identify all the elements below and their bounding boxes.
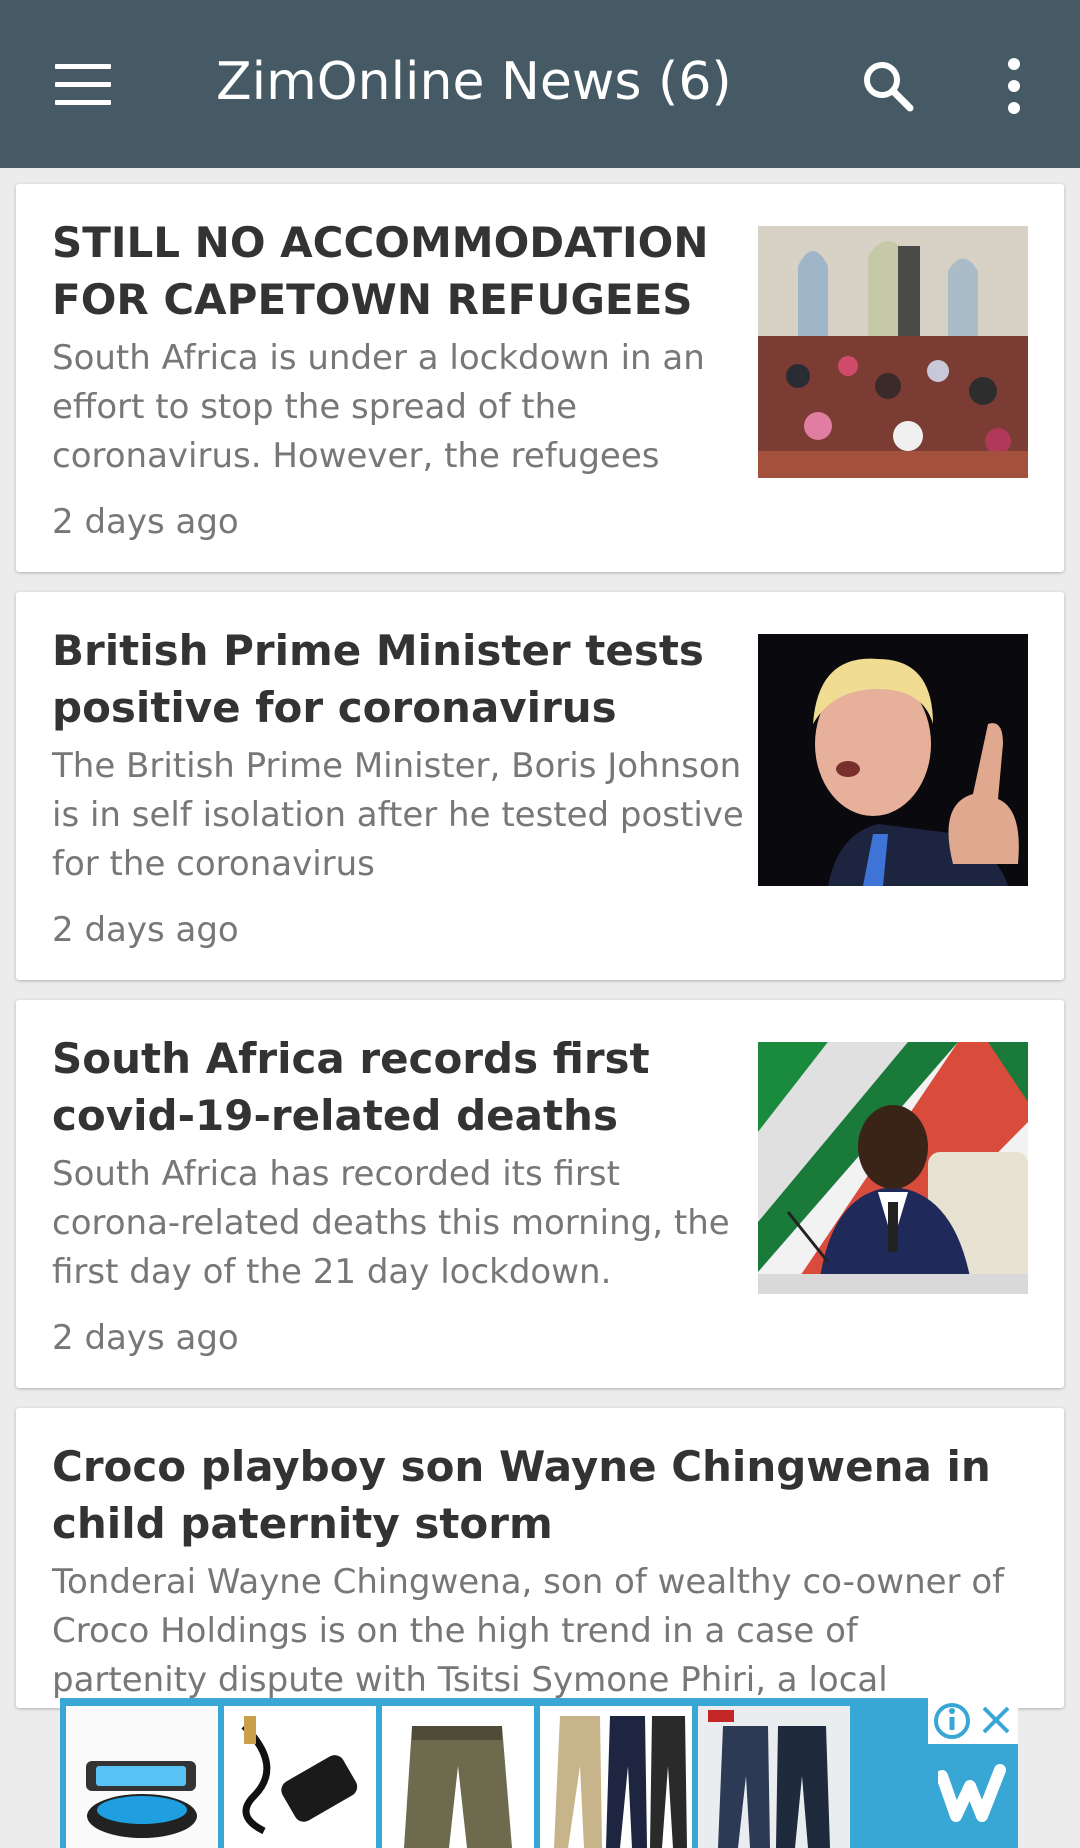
ad-product-thumbnail[interactable] [66, 1706, 218, 1848]
search-icon[interactable] [860, 58, 916, 114]
article-time: 2 days ago [52, 910, 239, 950]
article-time: 2 days ago [52, 1318, 239, 1358]
article-card[interactable]: South Africa records first covid-19-rela… [16, 1000, 1064, 1388]
app-title: ZimOnline News (6) [216, 52, 732, 112]
article-thumbnail [758, 634, 1028, 886]
app-bar: ZimOnline News (6) [0, 0, 1080, 168]
article-title: Croco playboy son Wayne Chingwena in chi… [52, 1442, 991, 1548]
article-title: South Africa records first covid-19-rela… [52, 1034, 650, 1140]
article-card[interactable]: British Prime Minister tests positive fo… [16, 592, 1064, 980]
ad-product-thumbnail[interactable] [698, 1706, 850, 1848]
ad-product-thumbnail[interactable] [540, 1706, 692, 1848]
more-vert-icon[interactable] [1000, 58, 1028, 114]
article-excerpt: South Africa has recorded its first coro… [52, 1154, 730, 1292]
wish-logo-icon[interactable] [938, 1758, 1008, 1828]
article-title: STILL NO ACCOMMODATION FOR CAPETOWN REFU… [52, 218, 709, 324]
ad-info-bar [928, 1698, 1018, 1744]
ad-product-thumbnail[interactable] [224, 1706, 376, 1848]
ad-info-icon[interactable] [934, 1703, 970, 1739]
article-thumbnail [758, 226, 1028, 478]
article-card[interactable]: Croco playboy son Wayne Chingwena in chi… [16, 1408, 1064, 1708]
article-excerpt: South Africa is under a lockdown in an e… [52, 338, 705, 476]
article-excerpt: The British Prime Minister, Boris Johnso… [52, 746, 744, 884]
article-time: 2 days ago [52, 502, 239, 542]
ad-product-thumbnail[interactable] [382, 1706, 534, 1848]
menu-icon[interactable] [55, 64, 111, 105]
article-excerpt: Tonderai Wayne Chingwena, son of wealthy… [52, 1562, 1005, 1700]
ad-banner[interactable] [60, 1698, 1018, 1848]
article-title: British Prime Minister tests positive fo… [52, 626, 704, 732]
article-thumbnail [758, 1042, 1028, 1294]
ad-close-icon[interactable] [982, 1706, 1010, 1734]
article-card[interactable]: STILL NO ACCOMMODATION FOR CAPETOWN REFU… [16, 184, 1064, 572]
